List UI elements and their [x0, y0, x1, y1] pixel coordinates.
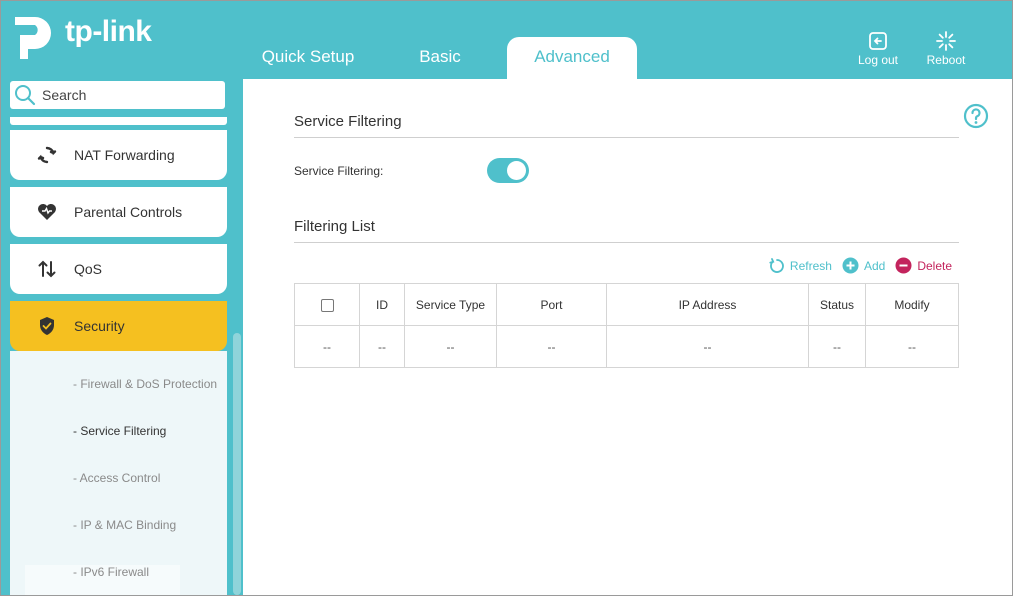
column-header-ip-address: IP Address [606, 283, 809, 326]
qos-arrows-icon [34, 256, 60, 282]
filtering-list-table: ID Service Type Port IP Address Status M… [294, 283, 959, 368]
logout-icon [869, 32, 887, 50]
help-icon [963, 103, 989, 129]
reboot-button[interactable]: Reboot [916, 31, 976, 67]
add-icon [842, 257, 859, 274]
sidebar-item-label: Security [74, 318, 125, 334]
tp-link-logo: tp-link [9, 11, 152, 61]
column-header-modify: Modify [865, 283, 959, 326]
search-input[interactable] [42, 87, 202, 103]
submenu-item-ipv6-firewall[interactable]: - IPv6 Firewall [73, 565, 149, 579]
tab-quick-setup[interactable]: Quick Setup [243, 37, 373, 79]
submenu-item-access-control[interactable]: - Access Control [73, 471, 160, 485]
section-title-service-filtering: Service Filtering [294, 113, 402, 130]
refresh-label: Refresh [789, 258, 832, 273]
reboot-icon [936, 31, 956, 51]
divider [294, 137, 959, 138]
sidebar-item-label: Parental Controls [74, 204, 183, 220]
table-cell: -- [808, 325, 866, 368]
sidebar-item-parental-controls[interactable]: Parental Controls [10, 187, 227, 237]
add-label: Add [863, 258, 886, 273]
add-button[interactable]: Add [842, 257, 885, 274]
sidebar-item-qos[interactable]: QoS [10, 244, 227, 294]
column-header-status: Status [808, 283, 866, 326]
router-admin-window: tp-link Quick Setup Basic Advanced Log o… [0, 0, 1013, 596]
delete-label: Delete [917, 258, 952, 273]
table-header-row: ID Service Type Port IP Address Status M… [294, 283, 959, 326]
brand-name: tp-link [65, 15, 152, 48]
sidebar-item-nat-forwarding[interactable]: NAT Forwarding [10, 130, 227, 180]
select-all-cell [294, 283, 360, 326]
table-cell: -- [359, 325, 405, 368]
logout-label: Log out [857, 53, 899, 67]
divider [294, 242, 959, 243]
table-cell: -- [496, 325, 607, 368]
submenu-item-ip-mac-binding[interactable]: - IP & MAC Binding [73, 518, 176, 532]
refresh-icon [769, 257, 784, 273]
top-bar: tp-link Quick Setup Basic Advanced Log o… [1, 1, 1012, 79]
help-button[interactable] [963, 103, 989, 134]
table-cell: -- [294, 325, 360, 368]
service-filtering-label: Service Filtering: [294, 164, 384, 178]
refresh-button[interactable]: Refresh [769, 257, 832, 274]
search-box[interactable] [10, 81, 225, 109]
toggle-knob [507, 161, 526, 180]
list-actions: Refresh Add Delete [759, 257, 952, 274]
menu-item-partial [10, 117, 227, 125]
column-header-service-type: Service Type [404, 283, 497, 326]
sidebar: NAT Forwarding Parental Controls [1, 79, 243, 595]
logout-button[interactable]: Log out [848, 31, 908, 67]
submenu-item-service-filtering[interactable]: - Service Filtering [73, 424, 166, 438]
sidebar-scrollbar[interactable] [233, 333, 241, 595]
reboot-label: Reboot [926, 53, 966, 67]
main-content: Service Filtering Service Filtering: Fil… [243, 79, 1012, 595]
tab-basic[interactable]: Basic [389, 37, 491, 79]
heart-icon [34, 199, 60, 225]
search-icon [15, 85, 36, 106]
table-cell: -- [404, 325, 497, 368]
delete-button[interactable]: Delete [895, 257, 952, 274]
column-header-id: ID [359, 283, 405, 326]
table-cell: -- [606, 325, 809, 368]
sidebar-item-label: NAT Forwarding [74, 147, 175, 163]
service-filtering-toggle[interactable] [487, 158, 529, 183]
table-cell: -- [865, 325, 959, 368]
nat-forwarding-icon [34, 142, 60, 168]
submenu-item-firewall-dos[interactable]: - Firewall & DoS Protection [73, 377, 217, 391]
shield-icon [34, 313, 60, 339]
table-row: -- -- -- -- -- -- -- [294, 325, 959, 368]
select-all-checkbox[interactable] [320, 298, 334, 312]
tp-link-logo-icon [15, 17, 51, 59]
section-title-filtering-list: Filtering List [294, 218, 375, 235]
sidebar-item-label: QoS [74, 261, 103, 277]
sidebar-item-security[interactable]: Security [10, 301, 227, 351]
column-header-port: Port [496, 283, 607, 326]
tab-advanced[interactable]: Advanced [507, 37, 637, 79]
delete-icon [895, 257, 912, 274]
